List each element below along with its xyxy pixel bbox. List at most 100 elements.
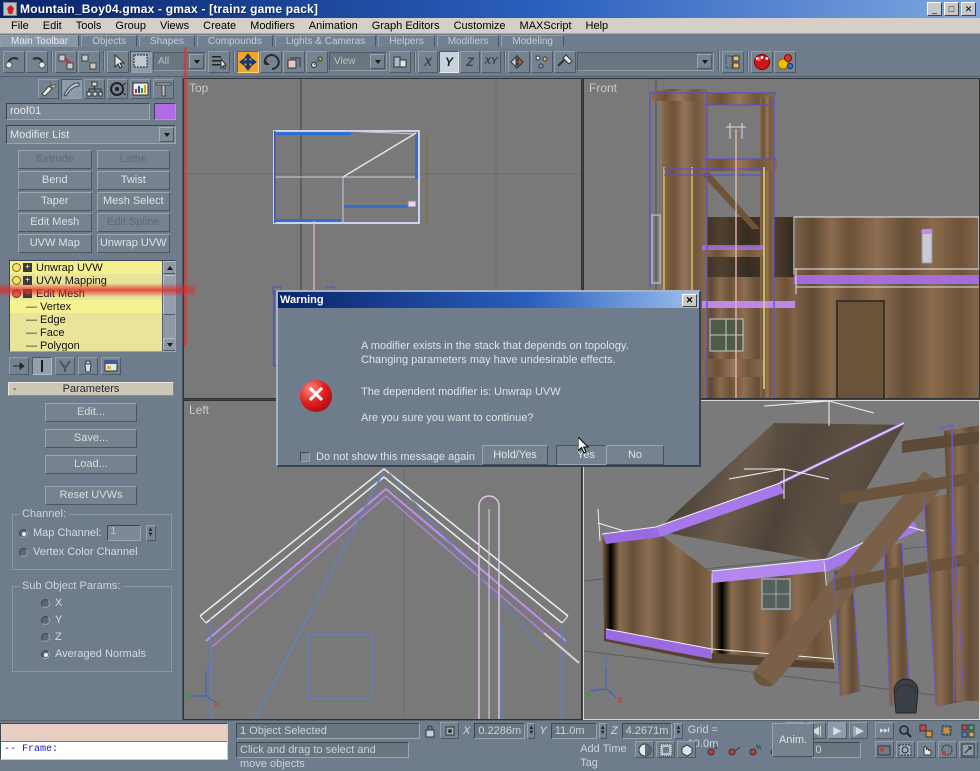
light-bulb-icon[interactable]: [12, 289, 21, 298]
scroll-down-icon[interactable]: [163, 338, 175, 351]
stack-item-edit-mesh[interactable]: - Edit Mesh: [10, 287, 175, 300]
edit-button[interactable]: Edit...: [45, 403, 137, 422]
do-not-show-again-row[interactable]: Do not show this message again: [300, 451, 475, 463]
map-channel-field[interactable]: 1: [106, 525, 141, 541]
light-bulb-icon[interactable]: [12, 263, 21, 272]
use-pivot-point-center-icon[interactable]: [306, 50, 328, 73]
modifier-list-combo[interactable]: Modifier List: [6, 125, 176, 144]
zoom-icon[interactable]: [896, 722, 915, 739]
sub-object-option-averaged-normals[interactable]: Averaged Normals: [19, 648, 165, 660]
no-button[interactable]: No: [606, 445, 664, 465]
menu-edit[interactable]: Edit: [36, 19, 69, 33]
absolute-relative-mode-icon[interactable]: [440, 722, 460, 739]
layer-manager-icon[interactable]: [722, 50, 744, 73]
map-channel-radio[interactable]: [19, 528, 28, 538]
play-animation-icon[interactable]: ▶: [827, 722, 847, 739]
axis-constraint-z[interactable]: Z: [460, 50, 480, 73]
utilities-tab-icon[interactable]: [153, 79, 174, 99]
modifier-stack[interactable]: + Unwrap UVW + UVW Mapping - Edit Mesh —…: [9, 260, 176, 352]
chevron-down-icon[interactable]: [159, 127, 174, 142]
modifier-button-mesh-select[interactable]: Mesh Select: [96, 192, 170, 211]
redo-icon[interactable]: [26, 50, 48, 73]
lock-selection-icon[interactable]: [422, 722, 438, 739]
menu-views[interactable]: Views: [153, 19, 196, 33]
vertex-color-channel-radio[interactable]: [19, 547, 28, 557]
stack-item-unwrap-uvw[interactable]: + Unwrap UVW: [10, 261, 175, 274]
select-object-icon[interactable]: [107, 50, 129, 73]
modifier-button-taper[interactable]: Taper: [18, 192, 92, 211]
select-by-name-icon[interactable]: [208, 50, 230, 73]
modifier-button-twist[interactable]: Twist: [96, 171, 170, 190]
material-editor-icon[interactable]: [751, 50, 773, 73]
tab-helpers[interactable]: Helpers: [378, 35, 435, 47]
stack-scrollbar[interactable]: [162, 261, 175, 351]
object-color-swatch[interactable]: [154, 103, 176, 120]
menu-file[interactable]: File: [4, 19, 36, 33]
sub-object-option-z[interactable]: Z: [19, 631, 165, 643]
y-coord-spinner[interactable]: ▲ ▼: [598, 722, 607, 739]
go-to-end-icon[interactable]: ⏭: [874, 722, 894, 739]
select-and-move-icon[interactable]: [237, 50, 259, 73]
do-not-show-again-checkbox[interactable]: [300, 452, 310, 462]
close-icon[interactable]: ✕: [682, 293, 697, 307]
listener-macro-pane[interactable]: [1, 724, 227, 742]
configure-button-sets-icon[interactable]: [101, 357, 121, 375]
hierarchy-tab-icon[interactable]: [84, 79, 105, 99]
maxscript-listener[interactable]: -- Frame:: [0, 723, 228, 760]
mirror-icon[interactable]: [508, 50, 530, 73]
modifier-button-edit-mesh[interactable]: Edit Mesh: [18, 213, 92, 232]
listener-text[interactable]: -- Frame:: [1, 742, 227, 759]
zoom-all-icon[interactable]: [917, 722, 936, 739]
pin-stack-icon[interactable]: [9, 357, 29, 375]
x-coord-spinner[interactable]: ▲ ▼: [527, 722, 536, 739]
tab-lights-cameras[interactable]: Lights & Cameras: [274, 35, 377, 47]
region-zoom-icon[interactable]: [895, 741, 915, 758]
menu-customize[interactable]: Customize: [447, 19, 513, 33]
z-coord-spinner[interactable]: ▲ ▼: [674, 722, 683, 739]
menu-maxscript[interactable]: MAXScript: [513, 19, 579, 33]
modifier-button-bend[interactable]: Bend: [18, 171, 92, 190]
expand-plus-icon[interactable]: +: [23, 263, 32, 272]
restore-button[interactable]: □: [944, 2, 959, 16]
sub-object-z-radio[interactable]: [41, 632, 50, 642]
axis-constraint-x[interactable]: X: [418, 50, 438, 73]
light-bulb-icon[interactable]: [12, 276, 21, 285]
map-channel-row[interactable]: Map Channel: 1 ▲ ▼: [19, 525, 165, 541]
save-button[interactable]: Save...: [45, 429, 137, 448]
warning-dialog[interactable]: Warning ✕ ✕ A modifier exists in the sta…: [276, 290, 701, 467]
minimize-button[interactable]: _: [927, 2, 942, 16]
tab-objects[interactable]: Objects: [81, 35, 137, 47]
selection-filter-combo[interactable]: All: [153, 52, 206, 71]
display-tab-icon[interactable]: [130, 79, 151, 99]
reset-uvws-button[interactable]: Reset UVWs: [45, 486, 137, 505]
menu-graph-editors[interactable]: Graph Editors: [365, 19, 447, 33]
sub-object-x-radio[interactable]: [41, 598, 50, 608]
maximize-viewport-icon[interactable]: [958, 741, 978, 758]
align-icon[interactable]: [531, 50, 553, 73]
collapse-minus-icon[interactable]: -: [23, 289, 32, 298]
modifier-button-unwrap-uvw[interactable]: Unwrap UVW: [96, 234, 170, 253]
unlink-selection-icon[interactable]: [78, 50, 100, 73]
zoom-extents-all-icon[interactable]: [959, 722, 978, 739]
snaps-toggle-icon[interactable]: [554, 50, 576, 73]
sub-object-averaged-normals-radio[interactable]: [41, 649, 50, 659]
x-coord-field[interactable]: 0.2286m: [474, 722, 526, 739]
snap-3d-icon[interactable]: 3: [703, 741, 722, 758]
remove-modifier-icon[interactable]: [78, 357, 98, 375]
select-and-link-icon[interactable]: [55, 50, 77, 73]
chevron-down-icon[interactable]: [697, 54, 712, 69]
menu-create[interactable]: Create: [196, 19, 243, 33]
load-button[interactable]: Load...: [45, 455, 137, 474]
chevron-down-icon[interactable]: [370, 54, 385, 69]
modifier-button-lathe[interactable]: Lathe: [96, 150, 170, 169]
sub-object-option-y[interactable]: Y: [19, 614, 165, 626]
next-frame-icon[interactable]: |▶: [848, 722, 868, 739]
object-name-field[interactable]: roof01: [6, 103, 150, 120]
motion-tab-icon[interactable]: [107, 79, 128, 99]
sub-object-y-radio[interactable]: [41, 615, 50, 625]
menu-group[interactable]: Group: [108, 19, 153, 33]
arc-rotate-icon[interactable]: [937, 741, 957, 758]
rollout-collapse-icon[interactable]: -: [13, 383, 17, 396]
stack-item-uvw-mapping[interactable]: + UVW Mapping: [10, 274, 175, 287]
select-and-rotate-icon[interactable]: [260, 50, 282, 73]
